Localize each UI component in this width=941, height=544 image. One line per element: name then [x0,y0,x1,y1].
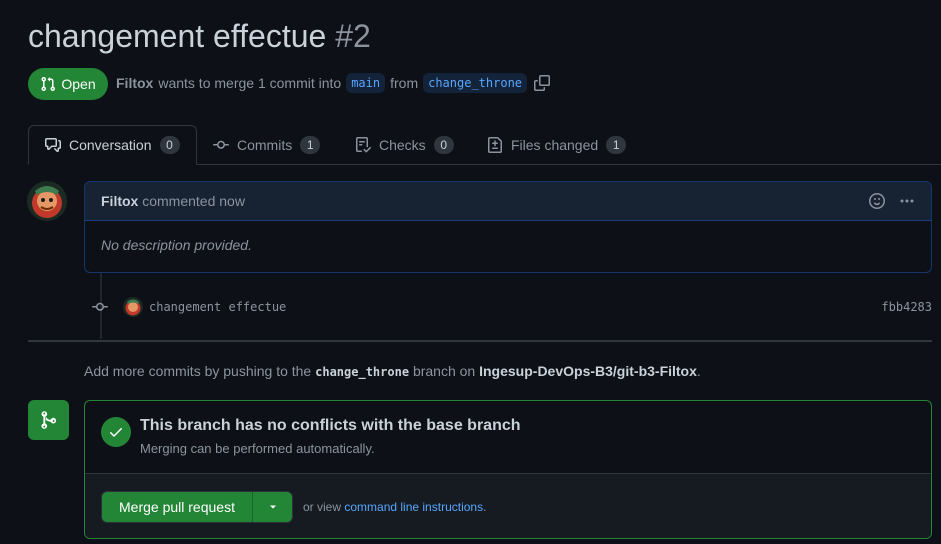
tab-label: Checks [379,137,426,153]
git-commit-icon [92,302,108,311]
tab-counter: 1 [606,136,627,154]
git-pull-request-icon [41,76,56,92]
or-view-text: or view [303,499,342,514]
tab-label: Commits [237,137,293,153]
copy-icon[interactable] [534,75,551,91]
status-badge: Open [28,68,108,100]
timeline-divider [28,340,932,342]
kebab-horizontal-icon[interactable] [899,193,915,209]
merge-method-dropdown[interactable] [252,491,292,522]
git-merge-icon [41,411,56,429]
hint-branch: change_throne [315,365,410,379]
status-label: Open [61,76,96,92]
triangle-down-icon [269,504,276,508]
push-hint: Add more commits by pushing to the chang… [84,363,701,379]
avatar[interactable] [27,181,67,221]
merge-box: This branch has no conflicts with the ba… [84,400,932,539]
merge-button-group: Merge pull request [101,490,293,523]
smiley-icon[interactable] [869,193,885,209]
comment-header: Filtox commented now [85,182,931,221]
merge-pull-request-button[interactable]: Merge pull request [102,491,252,522]
author-link[interactable]: Filtox [116,75,153,91]
page-title: changement effectue #2 [28,18,371,55]
pr-number: #2 [335,18,371,54]
tab-checks[interactable]: Checks 0 [355,125,454,165]
tab-files-changed[interactable]: Files changed 1 [487,125,627,165]
merge-status-icon [28,400,69,440]
merge-title: This branch has no conflicts with the ba… [140,417,521,434]
command-line-instructions-link[interactable]: command line instructions [344,500,483,514]
base-branch[interactable]: main [346,73,386,93]
tab-label: Conversation [69,137,152,153]
tab-commits[interactable]: Commits 1 [213,125,321,165]
meta-text: wants to merge 1 commit into [158,75,342,91]
check-icon [110,428,122,437]
tab-counter: 0 [159,136,180,154]
merge-actions: Merge pull request or view command line … [85,474,931,538]
comment-discussion-icon [45,138,61,152]
tab-conversation[interactable]: Conversation 0 [28,125,197,165]
comment-box: Filtox commented now No description prov… [84,181,932,273]
comment-timestamp: commented now [142,193,245,209]
tab-label: Files changed [511,137,599,153]
commit-avatar[interactable] [123,297,143,317]
pr-title-text: changement effectue [28,18,327,54]
commit-row: changement effectue fbb4283 [92,296,932,318]
git-commit-icon [213,140,229,149]
merge-period: . [483,499,487,514]
hint-prefix: Add more commits by pushing to the [84,363,312,379]
comment-body: No description provided. [101,237,252,253]
tab-counter: 1 [300,136,321,154]
hint-repo-link[interactable]: Ingesup-DevOps-B3/git-b3-Filtox [479,363,697,379]
avatar-image [27,181,67,221]
commit-message[interactable]: changement effectue [149,300,286,314]
hint-suffix: . [696,363,701,379]
tab-counter: 0 [433,136,454,154]
file-diff-icon [488,137,502,153]
hint-middle: branch on [412,363,476,379]
from-text: from [390,75,419,91]
head-branch[interactable]: change_throne [423,73,528,93]
check-circle-icon [101,417,131,447]
commit-sha[interactable]: fbb4283 [881,300,932,314]
merge-subtitle: Merging can be performed automatically. [140,441,375,456]
comment-author[interactable]: Filtox [101,193,138,209]
pr-meta: Filtox wants to merge 1 commit into main… [116,73,551,93]
checklist-icon [356,137,371,153]
merge-status: This branch has no conflicts with the ba… [85,401,931,474]
